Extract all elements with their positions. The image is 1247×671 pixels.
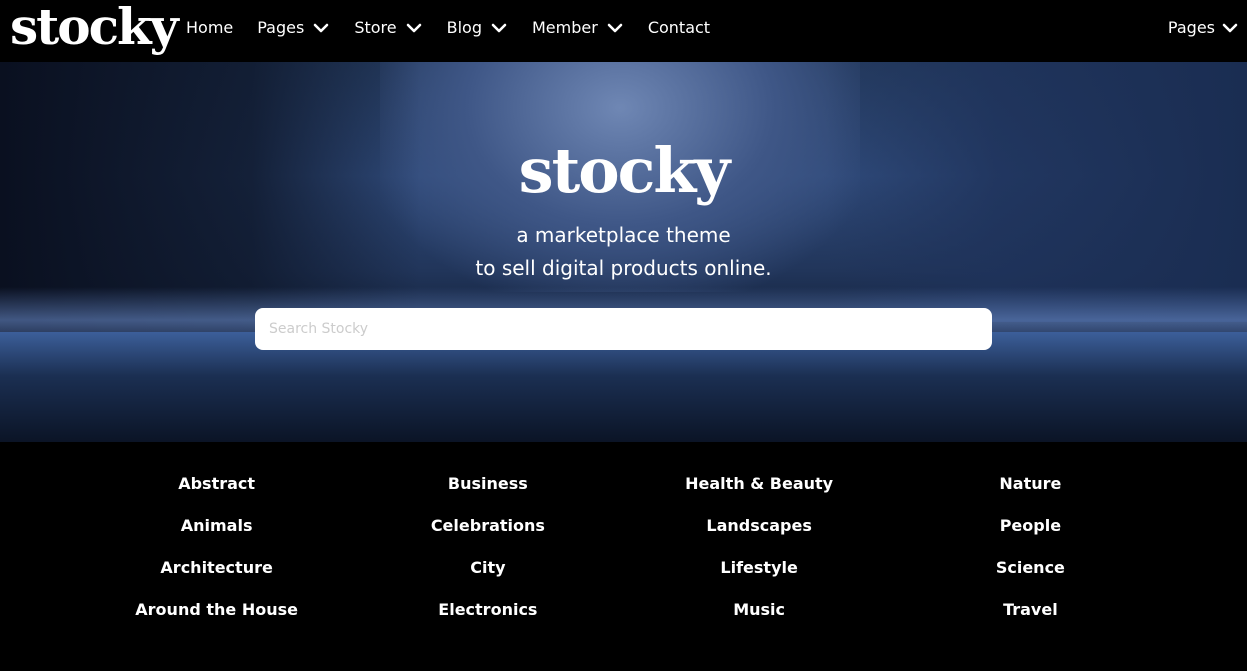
nav-store-label: Store — [354, 18, 397, 37]
chevron-down-icon — [607, 23, 623, 32]
category-link[interactable]: Travel — [895, 589, 1166, 631]
search-input[interactable] — [255, 308, 992, 350]
main-nav: Home Pages Store Blog Member Contact — [186, 0, 734, 55]
category-link[interactable]: Around the House — [81, 589, 352, 631]
category-link[interactable]: Business — [352, 463, 623, 505]
category-link[interactable]: Animals — [81, 505, 352, 547]
site-logo[interactable]: stocky — [10, 0, 179, 58]
nav-store[interactable]: Store — [354, 18, 422, 37]
category-link[interactable]: Nature — [895, 463, 1166, 505]
category-link[interactable]: Architecture — [81, 547, 352, 589]
nav-contact[interactable]: Contact — [648, 18, 710, 37]
nav-member-label: Member — [532, 18, 598, 37]
hero-banner: stocky a marketplace theme to sell digit… — [0, 62, 1247, 442]
category-link[interactable]: Electronics — [352, 589, 623, 631]
nav-pages[interactable]: Pages — [257, 18, 330, 37]
category-link[interactable]: Celebrations — [352, 505, 623, 547]
chevron-down-icon — [1222, 23, 1238, 32]
nav-contact-label: Contact — [647, 18, 711, 37]
nav-pages-label: Pages — [257, 18, 305, 37]
category-link[interactable]: Health & Beauty — [624, 463, 895, 505]
nav-home[interactable]: Home — [186, 18, 233, 37]
top-navbar: stocky Home Pages Store Blog Member Cont… — [0, 0, 1247, 62]
category-link[interactable]: Landscapes — [624, 505, 895, 547]
category-link[interactable]: Science — [895, 547, 1166, 589]
category-link[interactable]: City — [352, 547, 623, 589]
chevron-down-icon — [314, 23, 329, 32]
category-link[interactable]: Lifestyle — [624, 547, 895, 589]
category-link[interactable]: Music — [624, 589, 895, 631]
nav-blog[interactable]: Blog — [447, 18, 508, 37]
hero-subtitle-line1: a marketplace theme — [516, 223, 731, 247]
chevron-down-icon — [491, 23, 507, 32]
nav-pages-right[interactable]: Pages — [1168, 0, 1239, 55]
hero-subtitle-line2: to sell digital products online. — [475, 256, 772, 280]
nav-member[interactable]: Member — [532, 18, 624, 37]
category-link[interactable]: Abstract — [81, 463, 352, 505]
nav-home-label: Home — [186, 18, 234, 37]
category-grid: Abstract Business Health & Beauty Nature… — [81, 463, 1166, 633]
nav-pages-right-label: Pages — [1167, 18, 1215, 37]
category-link[interactable]: People — [895, 505, 1166, 547]
nav-blog-label: Blog — [446, 18, 482, 37]
hero-title: stocky — [518, 134, 731, 207]
chevron-down-icon — [406, 23, 421, 32]
